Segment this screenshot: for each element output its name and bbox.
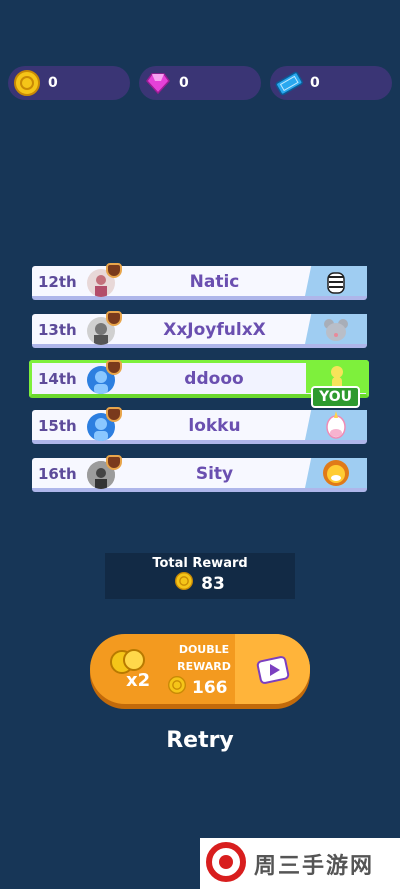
total-reward-panel: Total Reward 83 [105, 553, 295, 599]
player-name: Sity [195, 464, 234, 484]
double-reward-value: 166 [192, 677, 228, 698]
total-reward-value: 83 [201, 573, 225, 594]
unicorn-pet-icon [305, 410, 367, 440]
coin-icon [12, 68, 42, 98]
ticket-icon [274, 68, 304, 98]
rank-label: 13th [38, 321, 77, 339]
rank-label: 12th [38, 273, 77, 291]
rank-badge-icon [106, 455, 122, 470]
rank-label: 16th [38, 465, 77, 483]
coin-count: 0 [48, 75, 58, 91]
watermark: 周三手游网 [200, 838, 400, 889]
coin-icon [168, 676, 186, 699]
rank-label: 15th [38, 417, 77, 435]
lion-pet-icon [305, 458, 367, 488]
player-name: lokku [188, 416, 241, 436]
player-name: Natic [189, 272, 240, 292]
rank-badge-icon [106, 311, 122, 326]
video-ad-icon [235, 634, 310, 704]
leaderboard-row[interactable]: 15th lokku [32, 407, 367, 444]
rank-badge-icon [106, 360, 122, 375]
leaderboard-row[interactable]: 16th Sity [32, 455, 367, 492]
retry-button[interactable]: Retry [0, 728, 400, 753]
rank-badge-icon [106, 407, 122, 422]
player-name: XxJoyfulxX [163, 320, 266, 340]
leaderboard-row-you[interactable]: 14th ddooo YOU [29, 360, 369, 408]
gem-counter: 0 [139, 66, 261, 100]
ticket-count: 0 [310, 75, 320, 91]
mouse-pet-icon [305, 314, 367, 344]
coin-icon [175, 572, 194, 595]
total-reward-title: Total Reward [152, 556, 248, 571]
gem-count: 0 [179, 75, 189, 91]
rank-label: 14th [38, 370, 77, 388]
watermark-text: 周三手游网 [254, 853, 375, 879]
gem-icon [143, 68, 173, 98]
multiplier-label: x2 [126, 670, 151, 691]
watermark-logo-icon [206, 841, 246, 886]
coin-counter: 0 [8, 66, 130, 100]
double-reward-value-row: 166 [168, 676, 228, 699]
you-label: YOU [311, 386, 360, 408]
double-reward-label-line2: REWARD [177, 660, 231, 673]
player-name: ddooo [184, 369, 244, 389]
double-reward-label-line1: DOUBLE [178, 643, 230, 656]
total-reward-value-row: 83 [105, 572, 295, 595]
leaderboard-row[interactable]: 13th XxJoyfulxX [32, 311, 367, 348]
rank-badge-icon [106, 263, 122, 278]
zebra-pet-icon [305, 266, 367, 296]
double-reward-label: DOUBLE REWARD [168, 641, 240, 675]
leaderboard-row[interactable]: 12th Natic [32, 263, 367, 300]
currency-bar: 0 0 0 [8, 66, 392, 100]
double-reward-button[interactable]: x2 DOUBLE REWARD 166 [90, 634, 310, 704]
ticket-counter: 0 [270, 66, 392, 100]
